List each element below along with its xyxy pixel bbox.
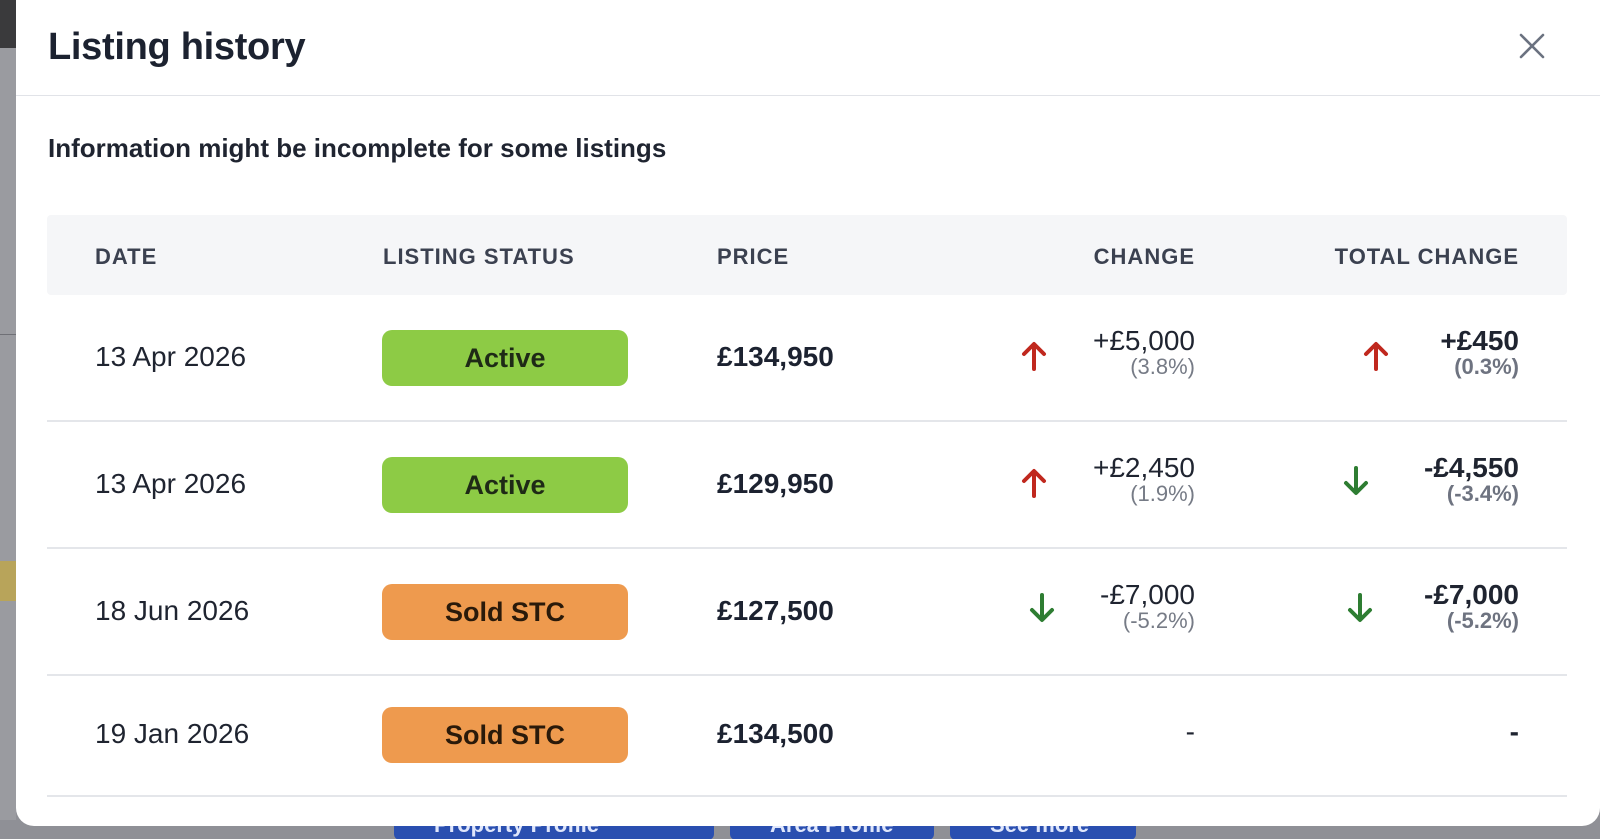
status-badge: Active: [382, 457, 628, 513]
status-badge: Active: [382, 330, 628, 386]
row-price: £134,950: [717, 341, 834, 372]
incomplete-info-notice: Information might be incomplete for some…: [48, 133, 667, 163]
table-header: DATE LISTING STATUS PRICE CHANGE TOTAL C…: [47, 215, 1567, 295]
total-change-empty: -: [1509, 716, 1519, 747]
background-divider: [0, 334, 16, 335]
change-cell: +£5,000 (3.8%): [1093, 327, 1195, 379]
change-cell: +£2,450 (1.9%): [1093, 454, 1195, 506]
total-change-percent: (-5.2%): [1446, 608, 1519, 633]
modal-header: Listing history: [16, 0, 1600, 96]
change-cell: -£7,000 (-5.2%): [1100, 581, 1195, 633]
total-change-amount: -£4,550: [1424, 452, 1519, 483]
total-change-cell: -£7,000 (-5.2%): [1424, 581, 1519, 633]
close-button[interactable]: [1514, 28, 1550, 64]
close-icon: [1519, 33, 1545, 59]
background-page-edge: [0, 0, 16, 839]
table-row: 13 Apr 2026 Active £129,950 +£2,450 (1.9…: [47, 422, 1567, 549]
row-date: 19 Jan 2026: [95, 718, 250, 749]
modal-title: Listing history: [48, 26, 306, 68]
background-dark-block: [0, 0, 16, 48]
row-date: 13 Apr 2026: [95, 468, 247, 499]
arrow-up-icon: [1020, 466, 1048, 498]
arrow-up-icon: [1020, 339, 1048, 371]
change-percent: (1.9%): [1130, 481, 1195, 506]
change-empty: -: [1185, 716, 1195, 747]
table-row: 19 Jan 2026 Sold STC £134,500 - -: [47, 676, 1567, 797]
arrow-up-icon: [1362, 339, 1390, 371]
header-total-change: TOTAL CHANGE: [1334, 244, 1519, 269]
total-change-cell: +£450 (0.3%): [1440, 327, 1519, 379]
arrow-down-icon: [1028, 593, 1056, 625]
total-change-amount: -£7,000: [1424, 579, 1519, 610]
change-amount: -£7,000: [1100, 579, 1195, 610]
header-listing-status: LISTING STATUS: [383, 244, 575, 269]
row-price: £127,500: [717, 595, 834, 626]
total-change-amount: +£450: [1440, 325, 1519, 356]
status-badge: Sold STC: [382, 584, 628, 640]
total-change-percent: (-3.4%): [1446, 481, 1519, 506]
row-date: 18 Jun 2026: [95, 595, 250, 626]
background-tag: [0, 561, 16, 601]
listing-history-modal: Listing history Information might be inc…: [16, 0, 1600, 826]
total-change-cell: -£4,550 (-3.4%): [1424, 454, 1519, 506]
row-date: 13 Apr 2026: [95, 341, 247, 372]
status-badge: Sold STC: [382, 707, 628, 763]
change-amount: +£5,000: [1093, 325, 1195, 356]
row-price: £129,950: [717, 468, 834, 499]
row-price: £134,500: [717, 718, 834, 749]
change-amount: +£2,450: [1093, 452, 1195, 483]
change-percent: (3.8%): [1130, 354, 1195, 379]
header-change: CHANGE: [1093, 244, 1195, 269]
arrow-down-icon: [1346, 593, 1374, 625]
arrow-down-icon: [1342, 466, 1370, 498]
total-change-percent: (0.3%): [1454, 354, 1519, 379]
table-row: 13 Apr 2026 Active £134,950 +£5,000 (3.8…: [47, 295, 1567, 422]
header-date: DATE: [95, 244, 158, 269]
listing-history-table: DATE LISTING STATUS PRICE CHANGE TOTAL C…: [47, 215, 1567, 797]
table-row: 18 Jun 2026 Sold STC £127,500 -£7,000 (-…: [47, 549, 1567, 676]
header-price: PRICE: [717, 244, 790, 269]
change-percent: (-5.2%): [1122, 608, 1195, 633]
